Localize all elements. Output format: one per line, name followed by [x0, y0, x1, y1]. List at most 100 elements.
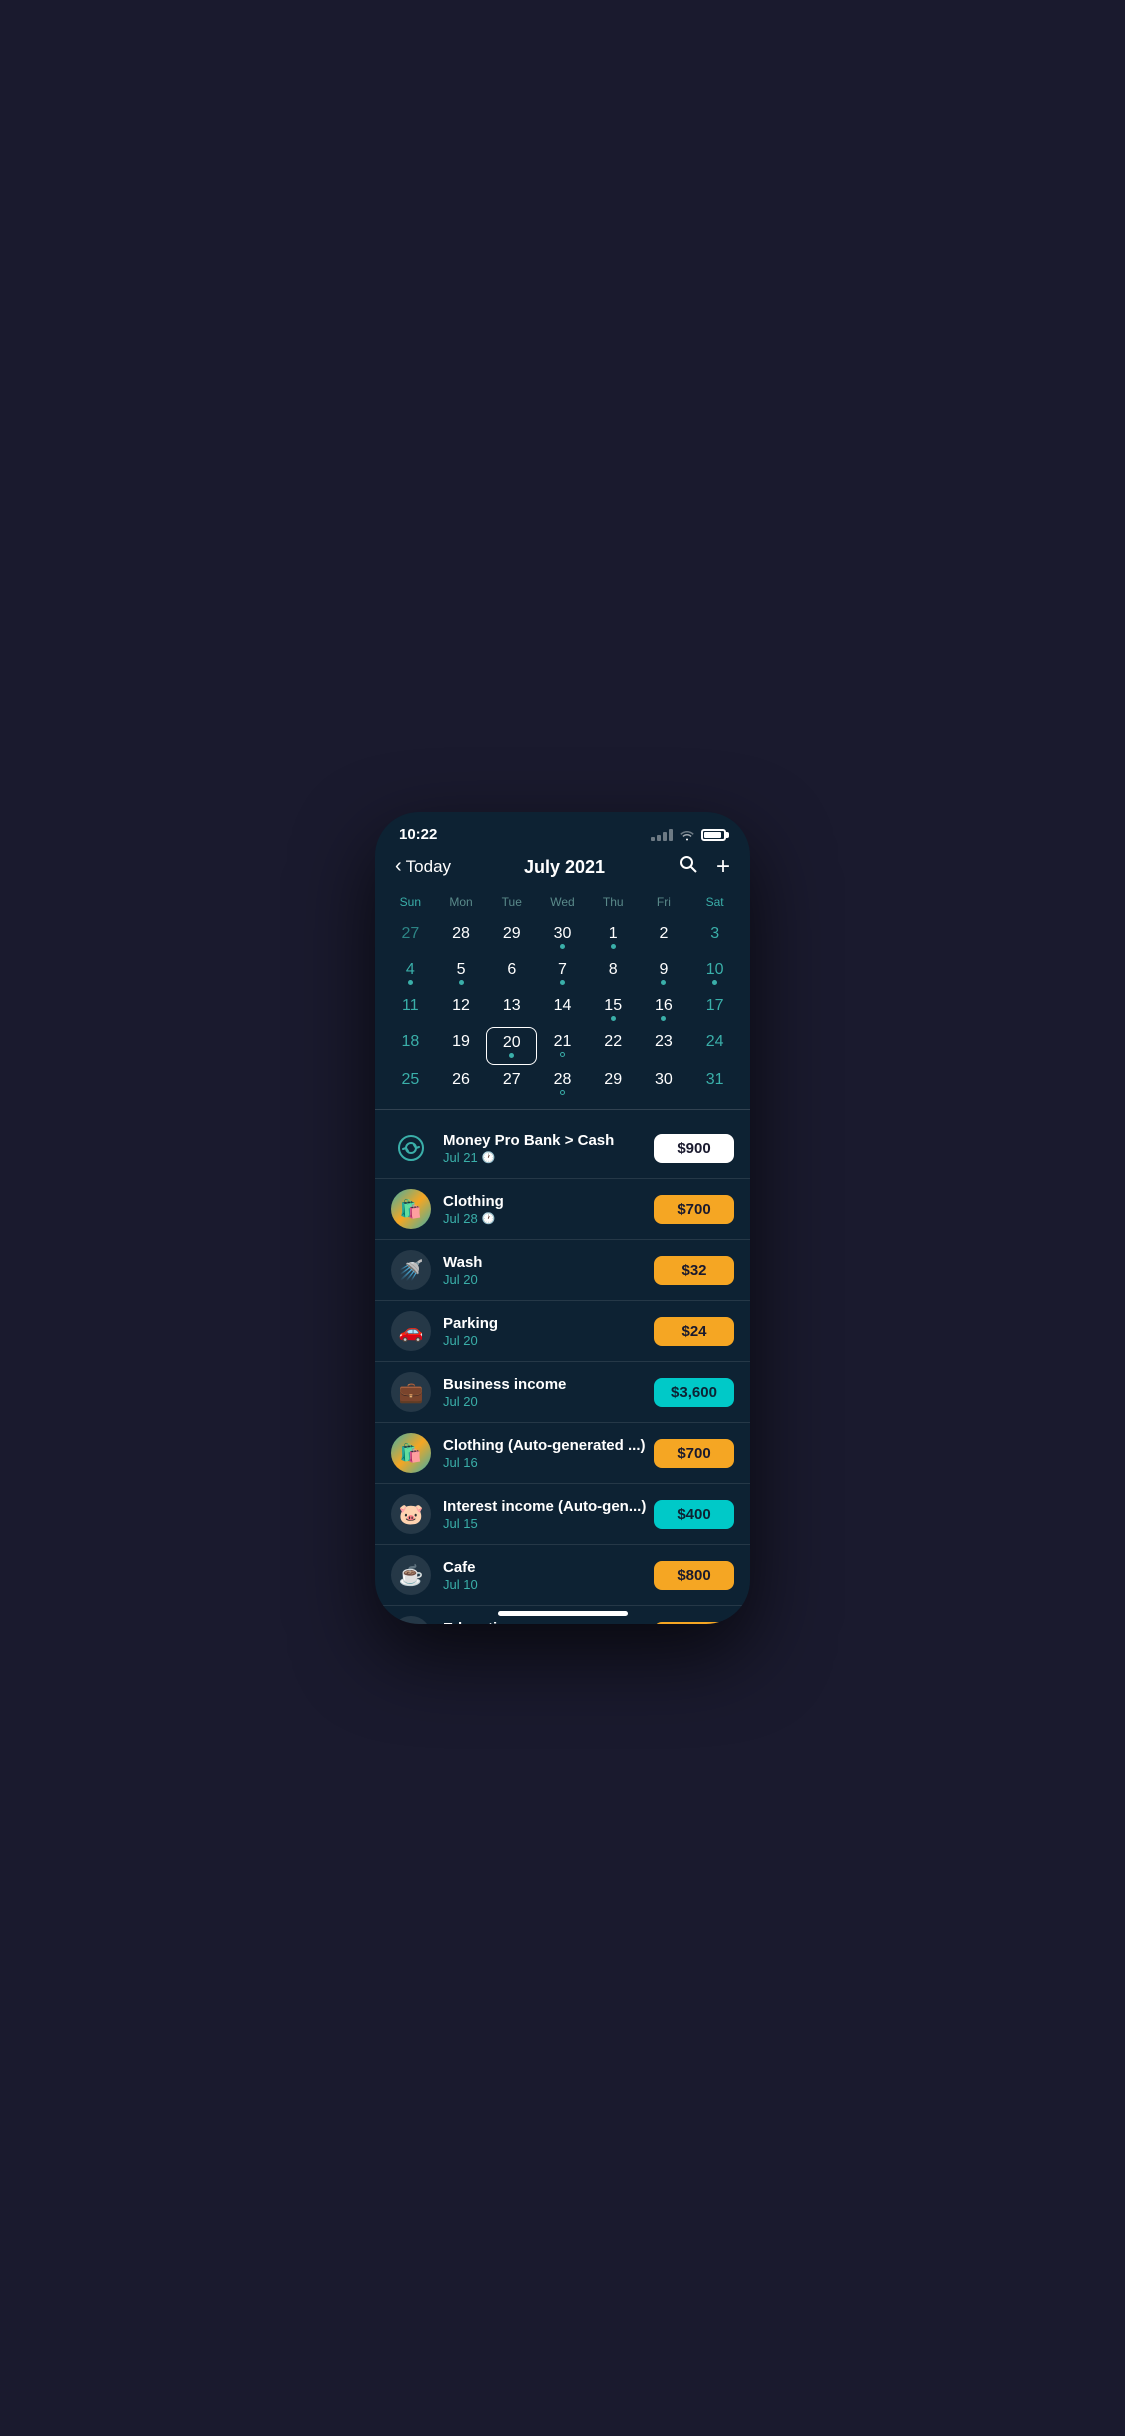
cal-day-8[interactable]: 8	[588, 955, 639, 991]
cal-dot	[712, 980, 717, 985]
search-button[interactable]	[678, 854, 698, 880]
cal-dot	[560, 980, 565, 985]
add-button[interactable]: +	[716, 853, 730, 881]
cal-day-11[interactable]: 11	[385, 991, 436, 1027]
business-date: Jul 20	[443, 1394, 654, 1409]
transaction-item[interactable]: 🚗ParkingJul 20$24	[375, 1301, 750, 1362]
transfer-amount: $900	[654, 1134, 734, 1163]
parking-date: Jul 20	[443, 1333, 654, 1348]
cal-day-23[interactable]: 23	[639, 1027, 690, 1065]
cal-dot	[611, 944, 616, 949]
cal-day-17[interactable]: 17	[689, 991, 740, 1027]
cafe-date: Jul 10	[443, 1577, 654, 1592]
parking-amount: $24	[654, 1317, 734, 1346]
cal-day-20[interactable]: 20	[486, 1027, 537, 1065]
clothing1-info: ClothingJul 28 🕐	[443, 1193, 654, 1226]
calendar-grid: 2728293012345678910111213141516171819202…	[385, 919, 740, 1101]
clothing1-icon: 🛍️	[391, 1189, 431, 1229]
transaction-item[interactable]: 💼Business incomeJul 20$3,600	[375, 1362, 750, 1423]
education-name: Education	[443, 1620, 654, 1625]
cal-day-15[interactable]: 15	[588, 991, 639, 1027]
cal-day-3[interactable]: 3	[689, 919, 740, 955]
cal-day-30[interactable]: 30	[537, 919, 588, 955]
cal-dot	[661, 1016, 666, 1021]
day-fri: Fri	[639, 891, 690, 913]
transaction-item[interactable]: 🐷Interest income (Auto-gen...)Jul 15$400	[375, 1484, 750, 1545]
cal-dot	[408, 980, 413, 985]
cal-day-9[interactable]: 9	[639, 955, 690, 991]
business-amount: $3,600	[654, 1378, 734, 1407]
status-bar: 10:22	[375, 812, 750, 849]
cal-day-29[interactable]: 29	[486, 919, 537, 955]
cal-day-28[interactable]: 28	[436, 919, 487, 955]
day-thu: Thu	[588, 891, 639, 913]
cal-dot-empty	[560, 1090, 565, 1095]
signal-icon	[651, 829, 673, 841]
status-icons	[651, 829, 726, 841]
transaction-item[interactable]: ☕CafeJul 10$800	[375, 1545, 750, 1606]
transaction-item[interactable]: 🛍️Clothing (Auto-generated ...)Jul 16$70…	[375, 1423, 750, 1484]
cal-dot-empty	[560, 1052, 565, 1057]
clothing1-date: Jul 28 🕐	[443, 1211, 654, 1226]
page-title: July 2021	[524, 857, 605, 878]
business-icon: 💼	[391, 1372, 431, 1412]
clothing1-clock-icon: 🕐	[482, 1212, 496, 1225]
clothing2-info: Clothing (Auto-generated ...)Jul 16	[443, 1437, 654, 1470]
calendar: Sun Mon Tue Wed Thu Fri Sat 272829301234…	[375, 891, 750, 1101]
transaction-item[interactable]: Money Pro Bank > CashJul 21 🕐$900	[375, 1118, 750, 1179]
cal-day-16[interactable]: 16	[639, 991, 690, 1027]
wifi-icon	[679, 829, 695, 841]
time: 10:22	[399, 826, 437, 843]
cal-day-27[interactable]: 27	[486, 1065, 537, 1101]
cal-day-30[interactable]: 30	[639, 1065, 690, 1101]
wash-info: WashJul 20	[443, 1254, 654, 1287]
transaction-item[interactable]: 🚿WashJul 20$32	[375, 1240, 750, 1301]
day-sun: Sun	[385, 891, 436, 913]
clothing2-icon: 🛍️	[391, 1433, 431, 1473]
cal-day-12[interactable]: 12	[436, 991, 487, 1027]
cal-day-5[interactable]: 5	[436, 955, 487, 991]
clothing2-name: Clothing (Auto-generated ...)	[443, 1437, 654, 1454]
parking-name: Parking	[443, 1315, 654, 1332]
cal-day-18[interactable]: 18	[385, 1027, 436, 1065]
wash-name: Wash	[443, 1254, 654, 1271]
interest-date: Jul 15	[443, 1516, 654, 1531]
cal-day-2[interactable]: 2	[639, 919, 690, 955]
wash-amount: $32	[654, 1256, 734, 1285]
parking-info: ParkingJul 20	[443, 1315, 654, 1348]
cal-day-7[interactable]: 7	[537, 955, 588, 991]
cal-day-26[interactable]: 26	[436, 1065, 487, 1101]
home-indicator	[498, 1611, 628, 1616]
nav-actions: +	[678, 853, 730, 881]
back-button[interactable]: ‹ Today	[395, 857, 451, 878]
cal-day-10[interactable]: 10	[689, 955, 740, 991]
cal-day-13[interactable]: 13	[486, 991, 537, 1027]
cal-day-29[interactable]: 29	[588, 1065, 639, 1101]
transactions-list[interactable]: Money Pro Bank > CashJul 21 🕐$900 🛍️ Cloth…	[375, 1118, 750, 1624]
cal-dot	[611, 1016, 616, 1021]
cal-day-1[interactable]: 1	[588, 919, 639, 955]
nav-header: ‹ Today July 2021 +	[375, 849, 750, 891]
cal-day-6[interactable]: 6	[486, 955, 537, 991]
transfer-name: Money Pro Bank > Cash	[443, 1132, 654, 1149]
cal-day-14[interactable]: 14	[537, 991, 588, 1027]
transaction-item[interactable]: 🛍️ClothingJul 28 🕐$700	[375, 1179, 750, 1240]
education-info: EducationJul 9	[443, 1620, 654, 1625]
clothing2-date: Jul 16	[443, 1455, 654, 1470]
interest-amount: $400	[654, 1500, 734, 1529]
cal-day-27[interactable]: 27	[385, 919, 436, 955]
cal-dot	[459, 980, 464, 985]
cal-day-28[interactable]: 28	[537, 1065, 588, 1101]
cal-day-25[interactable]: 25	[385, 1065, 436, 1101]
chevron-left-icon: ‹	[395, 855, 402, 878]
cal-day-19[interactable]: 19	[436, 1027, 487, 1065]
day-mon: Mon	[436, 891, 487, 913]
cal-day-31[interactable]: 31	[689, 1065, 740, 1101]
cal-day-4[interactable]: 4	[385, 955, 436, 991]
day-wed: Wed	[537, 891, 588, 913]
battery-icon	[701, 829, 726, 841]
cal-day-24[interactable]: 24	[689, 1027, 740, 1065]
education-amount: $1,000	[654, 1622, 734, 1625]
cal-day-21[interactable]: 21	[537, 1027, 588, 1065]
cal-day-22[interactable]: 22	[588, 1027, 639, 1065]
